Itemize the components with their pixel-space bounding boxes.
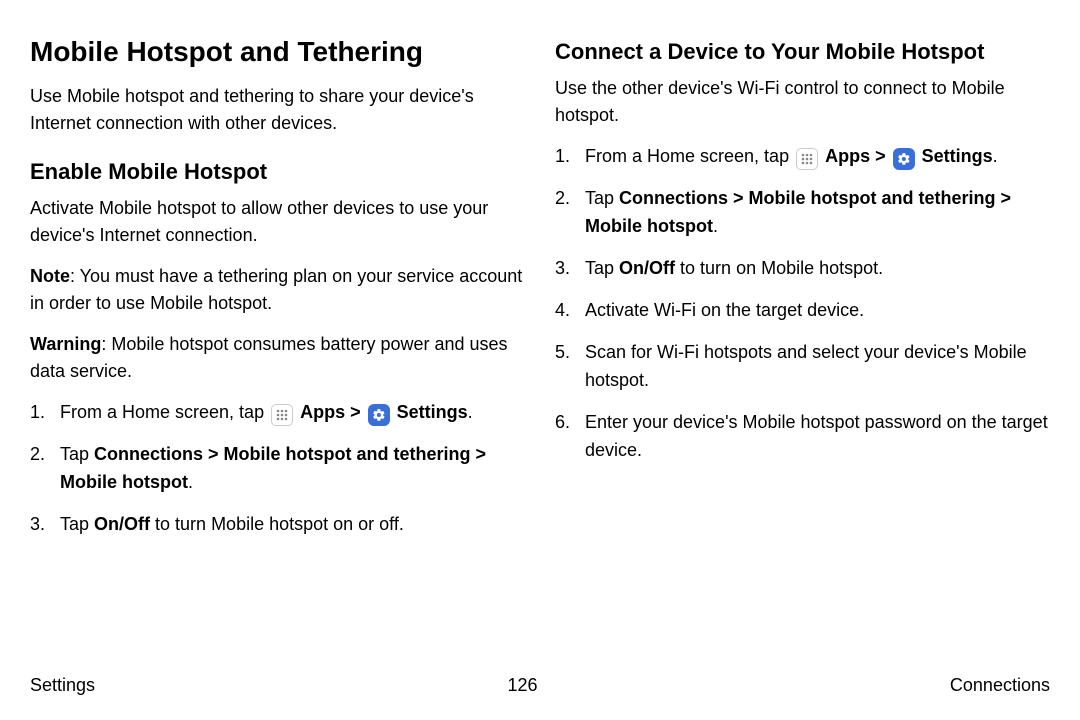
list-item: Tap Connections > Mobile hotspot and tet… [555, 185, 1050, 241]
step-text: . [468, 402, 473, 422]
onoff-label: On/Off [619, 258, 675, 278]
step-text: Tap [60, 514, 94, 534]
page-footer: Settings 126 Connections [30, 675, 1050, 696]
list-item: Scan for Wi-Fi hotspots and select your … [555, 339, 1050, 395]
settings-gear-icon [893, 148, 915, 170]
step-text: to turn Mobile hotspot on or off. [150, 514, 404, 534]
footer-page-number: 126 [507, 675, 537, 696]
list-item: Tap On/Off to turn Mobile hotspot on or … [30, 511, 525, 539]
list-item: Tap Connections > Mobile hotspot and tet… [30, 441, 525, 497]
step-text: Tap [585, 258, 619, 278]
nav-path: Connections > Mobile hotspot and tetheri… [585, 188, 1011, 236]
warning-paragraph: Warning: Mobile hotspot consumes battery… [30, 331, 525, 385]
step-text: . [713, 216, 718, 236]
step-text: Tap [60, 444, 94, 464]
warning-text: : Mobile hotspot consumes battery power … [30, 334, 508, 381]
nav-path: Connections > Mobile hotspot and tetheri… [60, 444, 486, 492]
footer-right: Connections [950, 675, 1050, 696]
list-item: From a Home screen, tap Apps > Settings. [30, 399, 525, 427]
left-column: Mobile Hotspot and Tethering Use Mobile … [30, 35, 525, 645]
warning-label: Warning [30, 334, 101, 354]
enable-intro-paragraph: Activate Mobile hotspot to allow other d… [30, 195, 525, 249]
chevron-separator: > [875, 146, 891, 166]
enable-steps-list: From a Home screen, tap Apps > Settings.… [30, 399, 525, 539]
list-item: Activate Wi-Fi on the target device. [555, 297, 1050, 325]
list-item: Tap On/Off to turn on Mobile hotspot. [555, 255, 1050, 283]
settings-label: Settings [397, 402, 468, 422]
step-text: From a Home screen, tap [585, 146, 794, 166]
apps-label: Apps [825, 146, 870, 166]
connect-steps-list: From a Home screen, tap Apps > Settings.… [555, 143, 1050, 464]
list-item: Enter your device's Mobile hotspot passw… [555, 409, 1050, 465]
step-text: Tap [585, 188, 619, 208]
section-connect-heading: Connect a Device to Your Mobile Hotspot [555, 39, 1050, 65]
apps-label: Apps [300, 402, 345, 422]
connect-intro-paragraph: Use the other device's Wi-Fi control to … [555, 75, 1050, 129]
settings-gear-icon [368, 404, 390, 426]
note-paragraph: Note: You must have a tethering plan on … [30, 263, 525, 317]
step-text: to turn on Mobile hotspot. [675, 258, 883, 278]
note-text: : You must have a tethering plan on your… [30, 266, 522, 313]
step-text: . [188, 472, 193, 492]
step-text: . [993, 146, 998, 166]
apps-grid-icon [271, 404, 293, 426]
step-text: From a Home screen, tap [60, 402, 269, 422]
apps-grid-icon [796, 148, 818, 170]
onoff-label: On/Off [94, 514, 150, 534]
settings-label: Settings [922, 146, 993, 166]
chevron-separator: > [350, 402, 366, 422]
section-enable-heading: Enable Mobile Hotspot [30, 159, 525, 185]
list-item: From a Home screen, tap Apps > Settings. [555, 143, 1050, 171]
page-title: Mobile Hotspot and Tethering [30, 35, 525, 69]
footer-left: Settings [30, 675, 95, 696]
intro-paragraph: Use Mobile hotspot and tethering to shar… [30, 83, 525, 137]
note-label: Note [30, 266, 70, 286]
right-column: Connect a Device to Your Mobile Hotspot … [555, 35, 1050, 645]
